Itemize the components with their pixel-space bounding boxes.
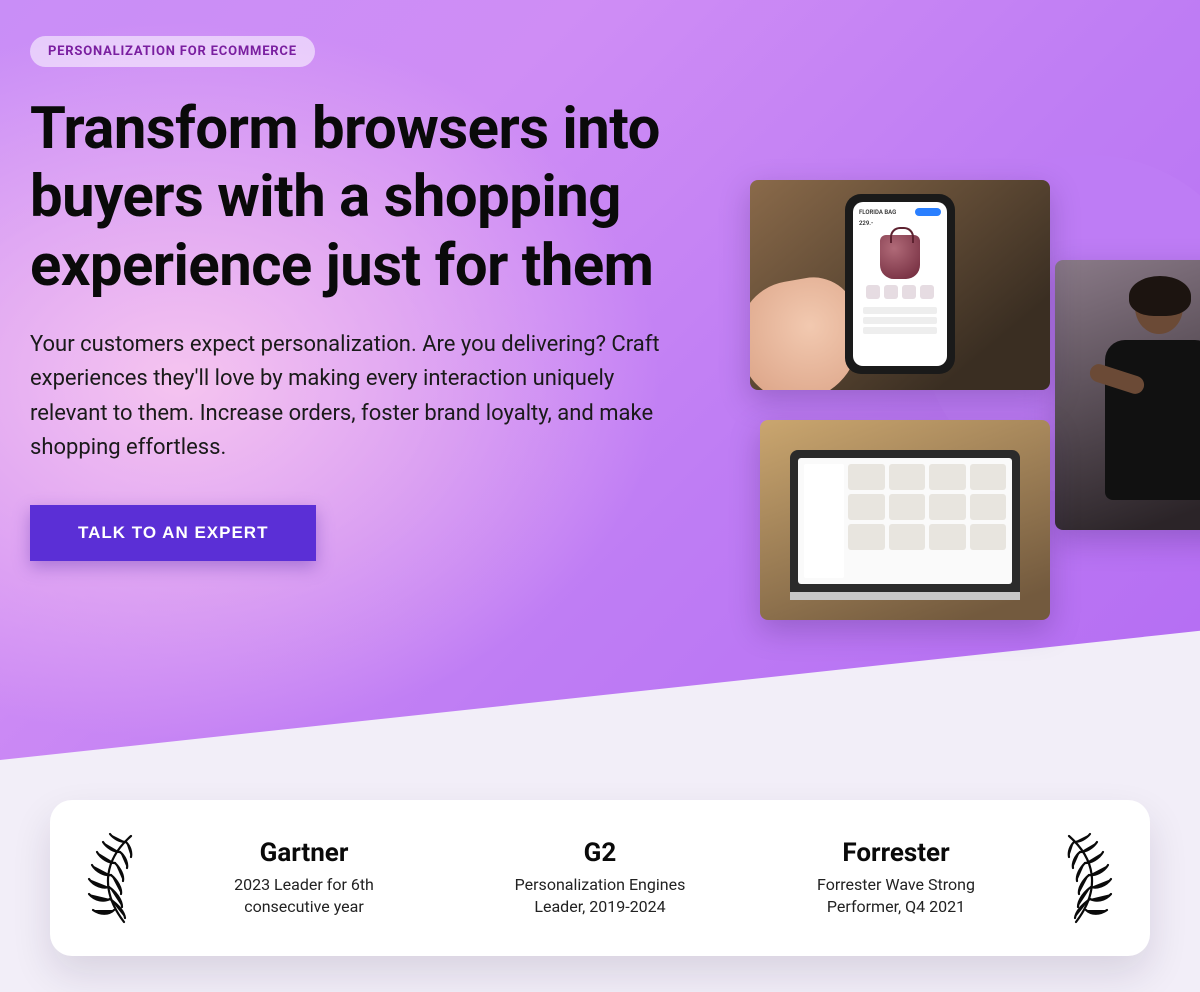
award-item-g2: G2 Personalization Engines Leader, 2019-…	[485, 838, 715, 917]
award-title: Forrester	[791, 838, 1001, 868]
award-title: Gartner	[199, 838, 409, 868]
award-item-forrester: Forrester Forrester Wave Strong Performe…	[781, 838, 1011, 917]
hero-content: PERSONALIZATION FOR ECOMMERCE Transform …	[0, 0, 1200, 561]
eyebrow-badge: PERSONALIZATION FOR ECOMMERCE	[30, 36, 315, 67]
award-list: Gartner 2023 Leader for 6th consecutive …	[156, 838, 1044, 917]
awards-bar: Gartner 2023 Leader for 6th consecutive …	[50, 800, 1150, 956]
talk-to-expert-button[interactable]: TALK TO AN EXPERT	[30, 505, 316, 561]
laurel-left-icon	[76, 828, 156, 928]
award-description: 2023 Leader for 6th consecutive year	[199, 874, 409, 917]
award-item-gartner: Gartner 2023 Leader for 6th consecutive …	[189, 838, 419, 917]
award-title: G2	[495, 838, 705, 868]
hero-subtext: Your customers expect personalization. A…	[30, 328, 670, 464]
award-description: Personalization Engines Leader, 2019-202…	[495, 874, 705, 917]
page-headline: Transform browsers into buyers with a sh…	[30, 95, 670, 300]
award-description: Forrester Wave Strong Performer, Q4 2021	[791, 874, 1001, 917]
laurel-right-icon	[1044, 828, 1124, 928]
